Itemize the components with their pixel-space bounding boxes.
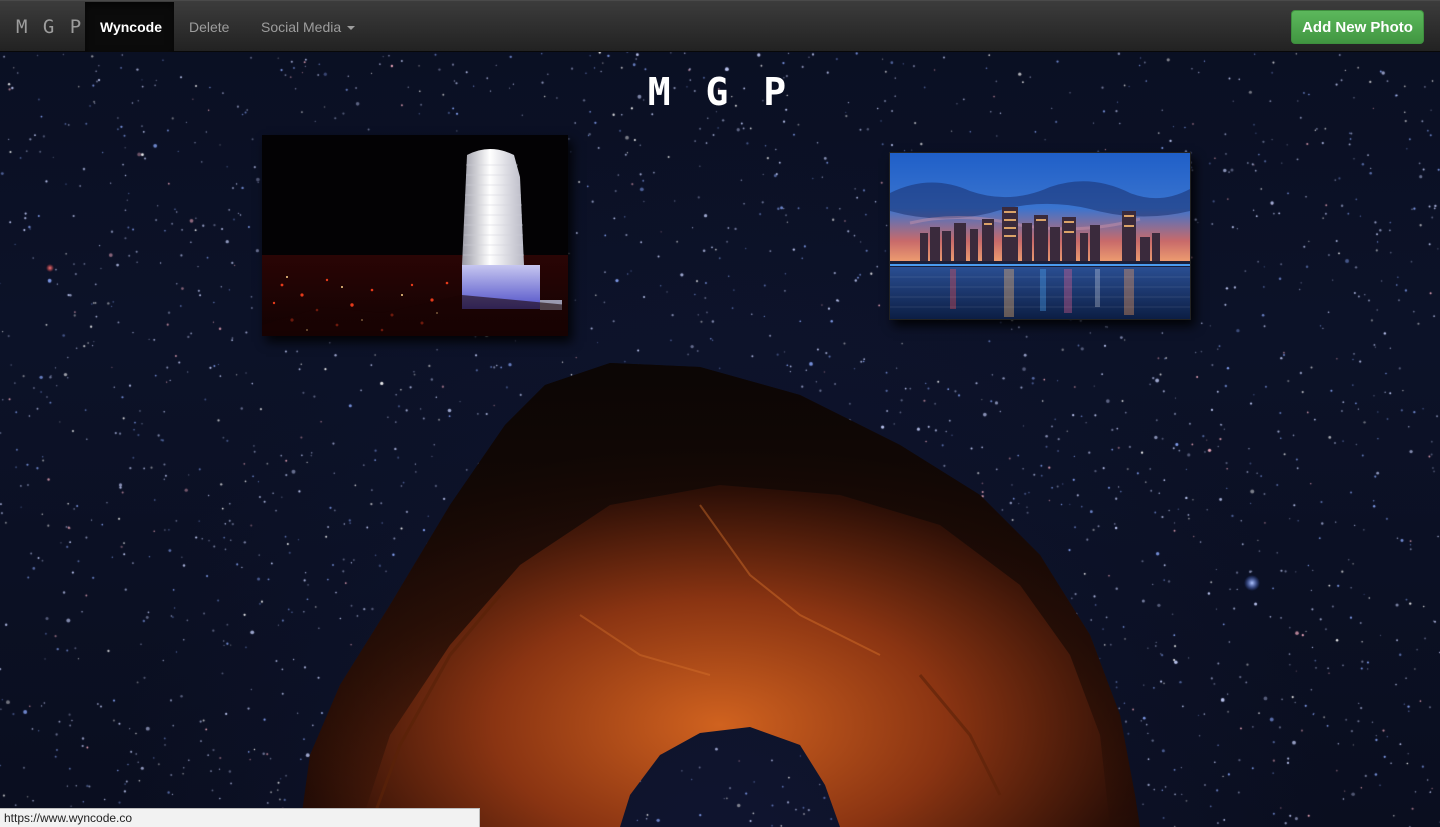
page: M G P Wyncode Delete Social Media Add Ne… [0,0,1440,827]
nav-item-wyncode[interactable]: Wyncode [85,2,174,52]
add-new-photo-button[interactable]: Add New Photo [1291,10,1424,44]
photo-city-skyline[interactable] [889,152,1191,320]
rock-arch-image [300,363,1140,827]
photo-night-skyscraper[interactable] [262,135,568,336]
nav-item-delete[interactable]: Delete [174,2,244,52]
status-url: https://www.wyncode.co [4,811,133,825]
city-skyline-image [890,153,1190,319]
nav-item-social-media-dropdown[interactable]: Social Media [246,2,370,52]
navbar: M G P Wyncode Delete Social Media Add Ne… [0,0,1440,52]
page-title: M G P [647,70,793,114]
caret-down-icon [347,26,356,31]
browser-status-bar: https://www.wyncode.co [0,808,480,827]
nav-item-social-media-label: Social Media [261,19,342,35]
night-skyscraper-image [262,135,568,336]
brand-logo[interactable]: M G P [16,1,83,53]
